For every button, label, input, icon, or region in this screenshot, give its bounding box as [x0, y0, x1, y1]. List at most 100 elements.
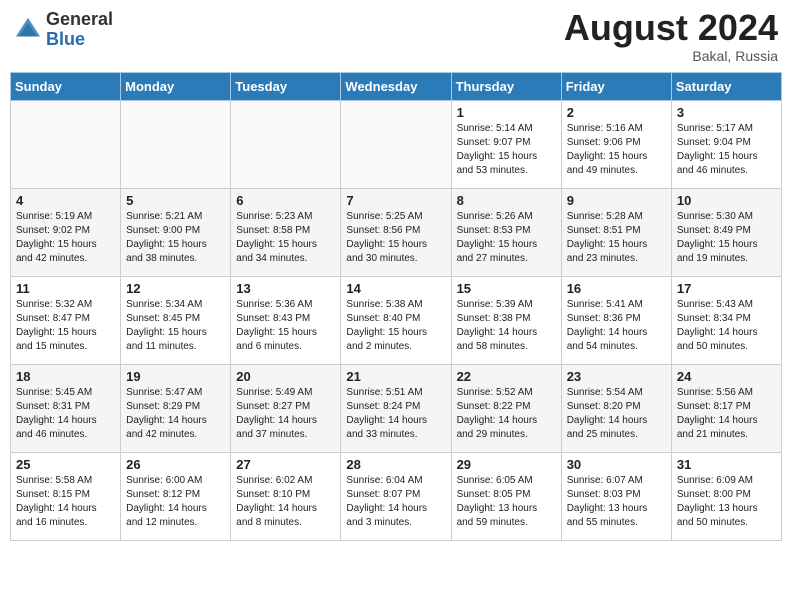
- calendar-cell: 22 Sunrise: 5:52 AM Sunset: 8:22 PM Dayli…: [451, 365, 561, 453]
- calendar-cell: 27Sunrise: 6:02 AM Sunset: 8:10 PM Dayli…: [231, 453, 341, 541]
- week-row-4: 18 Sunrise: 5:45 AM Sunset: 8:31 PM Dayli…: [11, 365, 782, 453]
- day-info: Sunrise: 5:36 AM Sunset: 8:43 PM Dayligh…: [236, 298, 335, 354]
- calendar-cell: 7 Sunrise: 5:25 AM Sunset: 8:56 PM Daylig…: [341, 189, 451, 277]
- title-block: August 2024 Bakal, Russia: [564, 10, 778, 64]
- day-header-wednesday: Wednesday: [341, 73, 451, 101]
- day-info: Sunrise: 5:38 AM Sunset: 8:40 PM Dayligh…: [346, 298, 445, 354]
- day-info: Sunrise: 6:00 AM Sunset: 8:12 PM Dayligh…: [126, 474, 225, 530]
- logo: General Blue: [14, 10, 113, 50]
- day-info: Sunrise: 5:26 AM Sunset: 8:53 PM Dayligh…: [457, 210, 556, 266]
- day-number: 31: [677, 457, 776, 472]
- calendar-cell: 3 Sunrise: 5:17 AM Sunset: 9:04 PM Daylig…: [671, 101, 781, 189]
- day-header-tuesday: Tuesday: [231, 73, 341, 101]
- logo-icon: [14, 16, 42, 44]
- day-header-saturday: Saturday: [671, 73, 781, 101]
- calendar-cell: [341, 101, 451, 189]
- day-info: Sunrise: 5:30 AM Sunset: 8:49 PM Dayligh…: [677, 210, 776, 266]
- calendar-cell: 10 Sunrise: 5:30 AM Sunset: 8:49 PM Dayli…: [671, 189, 781, 277]
- day-number: 20: [236, 369, 335, 384]
- calendar-cell: 24 Sunrise: 5:56 AM Sunset: 8:17 PM Dayli…: [671, 365, 781, 453]
- calendar-cell: 14 Sunrise: 5:38 AM Sunset: 8:40 PM Dayli…: [341, 277, 451, 365]
- calendar-header-row: SundayMondayTuesdayWednesdayThursdayFrid…: [11, 73, 782, 101]
- calendar-cell: 12Sunrise: 5:34 AM Sunset: 8:45 PM Dayli…: [121, 277, 231, 365]
- day-number: 14: [346, 281, 445, 296]
- day-number: 1: [457, 105, 556, 120]
- logo-general-text: General: [46, 9, 113, 29]
- week-row-5: 25Sunrise: 5:58 AM Sunset: 8:15 PM Dayli…: [11, 453, 782, 541]
- calendar-cell: 28 Sunrise: 6:04 AM Sunset: 8:07 PM Dayli…: [341, 453, 451, 541]
- day-number: 18: [16, 369, 115, 384]
- calendar-cell: 23Sunrise: 5:54 AM Sunset: 8:20 PM Dayli…: [561, 365, 671, 453]
- week-row-3: 11 Sunrise: 5:32 AM Sunset: 8:47 PM Dayli…: [11, 277, 782, 365]
- day-header-monday: Monday: [121, 73, 231, 101]
- day-number: 22: [457, 369, 556, 384]
- day-number: 29: [457, 457, 556, 472]
- day-number: 7: [346, 193, 445, 208]
- calendar-cell: [11, 101, 121, 189]
- day-info: Sunrise: 5:34 AM Sunset: 8:45 PM Dayligh…: [126, 298, 225, 354]
- day-info: Sunrise: 5:19 AM Sunset: 9:02 PM Dayligh…: [16, 210, 115, 266]
- week-row-2: 4Sunrise: 5:19 AM Sunset: 9:02 PM Daylig…: [11, 189, 782, 277]
- day-number: 11: [16, 281, 115, 296]
- day-number: 5: [126, 193, 225, 208]
- day-info: Sunrise: 5:47 AM Sunset: 8:29 PM Dayligh…: [126, 386, 225, 442]
- day-info: Sunrise: 5:39 AM Sunset: 8:38 PM Dayligh…: [457, 298, 556, 354]
- logo-blue-text: Blue: [46, 29, 85, 49]
- day-info: Sunrise: 5:14 AM Sunset: 9:07 PM Dayligh…: [457, 122, 556, 178]
- day-info: Sunrise: 5:16 AM Sunset: 9:06 PM Dayligh…: [567, 122, 666, 178]
- calendar-cell: 6Sunrise: 5:23 AM Sunset: 8:58 PM Daylig…: [231, 189, 341, 277]
- calendar-cell: 13Sunrise: 5:36 AM Sunset: 8:43 PM Dayli…: [231, 277, 341, 365]
- day-header-friday: Friday: [561, 73, 671, 101]
- calendar-cell: 18 Sunrise: 5:45 AM Sunset: 8:31 PM Dayli…: [11, 365, 121, 453]
- calendar-cell: 29 Sunrise: 6:05 AM Sunset: 8:05 PM Dayli…: [451, 453, 561, 541]
- day-info: Sunrise: 5:45 AM Sunset: 8:31 PM Dayligh…: [16, 386, 115, 442]
- calendar-cell: 31Sunrise: 6:09 AM Sunset: 8:00 PM Dayli…: [671, 453, 781, 541]
- day-number: 3: [677, 105, 776, 120]
- calendar-cell: 30 Sunrise: 6:07 AM Sunset: 8:03 PM Dayli…: [561, 453, 671, 541]
- calendar-cell: 4Sunrise: 5:19 AM Sunset: 9:02 PM Daylig…: [11, 189, 121, 277]
- day-info: Sunrise: 5:51 AM Sunset: 8:24 PM Dayligh…: [346, 386, 445, 442]
- day-info: Sunrise: 6:04 AM Sunset: 8:07 PM Dayligh…: [346, 474, 445, 530]
- day-number: 30: [567, 457, 666, 472]
- calendar-cell: 25Sunrise: 5:58 AM Sunset: 8:15 PM Dayli…: [11, 453, 121, 541]
- day-info: Sunrise: 6:05 AM Sunset: 8:05 PM Dayligh…: [457, 474, 556, 530]
- day-number: 21: [346, 369, 445, 384]
- day-info: Sunrise: 5:32 AM Sunset: 8:47 PM Dayligh…: [16, 298, 115, 354]
- calendar-cell: 1 Sunrise: 5:14 AM Sunset: 9:07 PM Daylig…: [451, 101, 561, 189]
- day-info: Sunrise: 5:54 AM Sunset: 8:20 PM Dayligh…: [567, 386, 666, 442]
- day-number: 2: [567, 105, 666, 120]
- calendar-cell: 15Sunrise: 5:39 AM Sunset: 8:38 PM Dayli…: [451, 277, 561, 365]
- week-row-1: 1 Sunrise: 5:14 AM Sunset: 9:07 PM Daylig…: [11, 101, 782, 189]
- day-header-thursday: Thursday: [451, 73, 561, 101]
- day-number: 9: [567, 193, 666, 208]
- calendar-cell: [121, 101, 231, 189]
- calendar-cell: 9Sunrise: 5:28 AM Sunset: 8:51 PM Daylig…: [561, 189, 671, 277]
- calendar-cell: 19 Sunrise: 5:47 AM Sunset: 8:29 PM Dayli…: [121, 365, 231, 453]
- day-number: 24: [677, 369, 776, 384]
- day-number: 19: [126, 369, 225, 384]
- day-number: 28: [346, 457, 445, 472]
- day-info: Sunrise: 5:25 AM Sunset: 8:56 PM Dayligh…: [346, 210, 445, 266]
- calendar-cell: [231, 101, 341, 189]
- day-header-sunday: Sunday: [11, 73, 121, 101]
- calendar-cell: 11 Sunrise: 5:32 AM Sunset: 8:47 PM Dayli…: [11, 277, 121, 365]
- day-info: Sunrise: 6:07 AM Sunset: 8:03 PM Dayligh…: [567, 474, 666, 530]
- calendar-cell: 2 Sunrise: 5:16 AM Sunset: 9:06 PM Daylig…: [561, 101, 671, 189]
- day-info: Sunrise: 5:17 AM Sunset: 9:04 PM Dayligh…: [677, 122, 776, 178]
- day-number: 10: [677, 193, 776, 208]
- day-info: Sunrise: 5:56 AM Sunset: 8:17 PM Dayligh…: [677, 386, 776, 442]
- day-number: 16: [567, 281, 666, 296]
- page-header: General Blue August 2024 Bakal, Russia: [10, 10, 782, 64]
- calendar-cell: 8Sunrise: 5:26 AM Sunset: 8:53 PM Daylig…: [451, 189, 561, 277]
- calendar-cell: 5Sunrise: 5:21 AM Sunset: 9:00 PM Daylig…: [121, 189, 231, 277]
- day-info: Sunrise: 5:52 AM Sunset: 8:22 PM Dayligh…: [457, 386, 556, 442]
- calendar-cell: 16 Sunrise: 5:41 AM Sunset: 8:36 PM Dayli…: [561, 277, 671, 365]
- month-year-title: August 2024: [564, 10, 778, 46]
- calendar-cell: 26Sunrise: 6:00 AM Sunset: 8:12 PM Dayli…: [121, 453, 231, 541]
- day-info: Sunrise: 5:41 AM Sunset: 8:36 PM Dayligh…: [567, 298, 666, 354]
- day-number: 6: [236, 193, 335, 208]
- day-number: 17: [677, 281, 776, 296]
- logo-text: General Blue: [46, 10, 113, 50]
- day-info: Sunrise: 5:43 AM Sunset: 8:34 PM Dayligh…: [677, 298, 776, 354]
- calendar-cell: 20Sunrise: 5:49 AM Sunset: 8:27 PM Dayli…: [231, 365, 341, 453]
